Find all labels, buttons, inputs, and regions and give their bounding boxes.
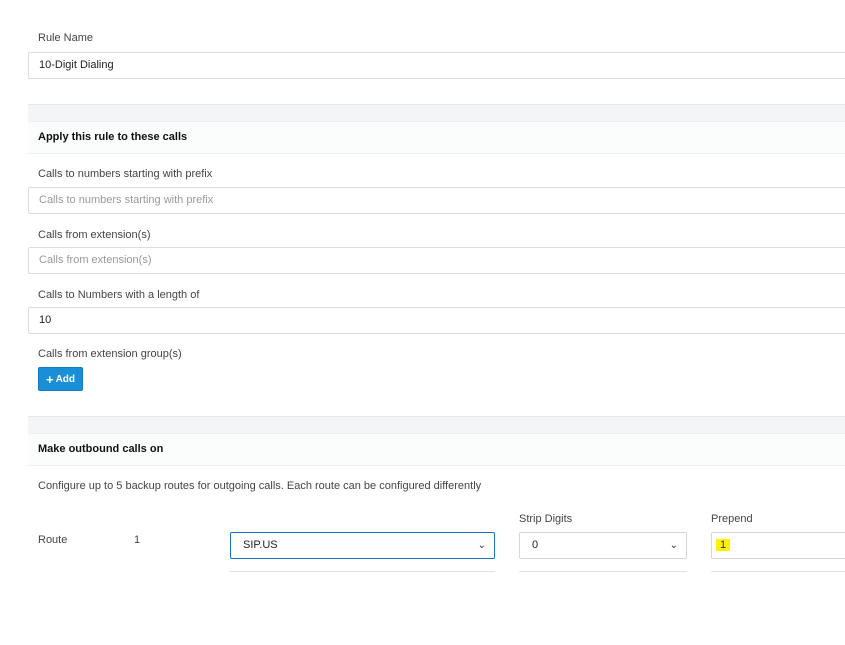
strip-digits-value: 0 [532,539,539,551]
from-extension-label: Calls from extension(s) [38,229,151,241]
prepend-underline [711,571,845,572]
route-select-underline [230,571,495,572]
section-divider [28,416,845,433]
plus-icon: + [45,371,54,387]
length-input[interactable]: 10 [28,307,845,334]
prepend-value: 1 [716,539,731,551]
outbound-description: Configure up to 5 backup routes for outg… [38,480,482,492]
add-button-label: Add [55,373,76,385]
extension-group-label: Calls from extension group(s) [38,348,182,360]
add-button[interactable]: + Add [38,367,83,391]
prefix-input[interactable]: Calls to numbers starting with prefix [28,187,845,214]
prefix-label: Calls to numbers starting with prefix [38,168,213,180]
rule-name-input[interactable]: 10-Digit Dialing [28,52,845,79]
length-label: Calls to Numbers with a length of [38,289,200,301]
section-divider [28,104,845,121]
route-select-value: SIP.US [243,539,278,551]
strip-digits-underline [519,571,687,572]
chevron-down-icon: ⌄ [477,540,486,551]
chevron-down-icon: ⌄ [669,540,678,551]
strip-digits-label: Strip Digits [519,513,573,525]
prepend-input[interactable]: 1 [711,532,845,559]
route-select[interactable]: SIP.US ⌄ [230,532,495,559]
outbound-section-title: Make outbound calls on [38,443,164,455]
route-label: Route [38,534,68,546]
rule-name-label: Rule Name [38,32,94,44]
route-number: 1 [134,534,141,546]
prepend-label: Prepend [711,513,753,525]
strip-digits-select[interactable]: 0 ⌄ [519,532,687,559]
from-extension-input[interactable]: Calls from extension(s) [28,247,845,274]
apply-section-title: Apply this rule to these calls [38,131,188,143]
